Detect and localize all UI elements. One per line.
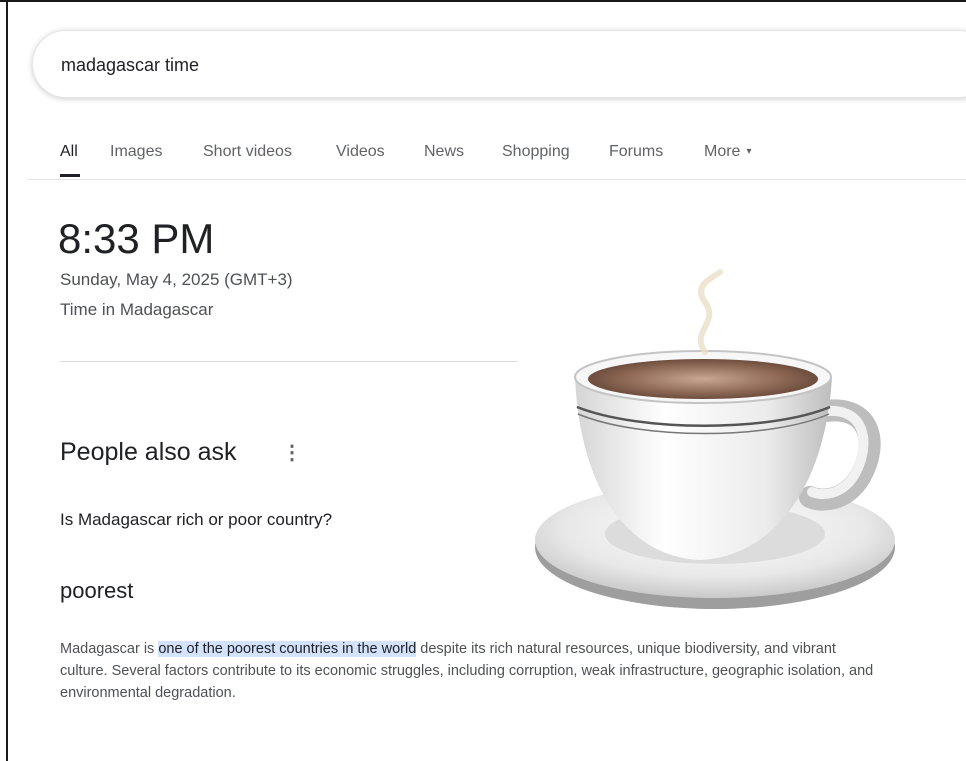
paa-answer: poorest bbox=[60, 578, 134, 603]
tab-images[interactable]: Images bbox=[110, 143, 162, 161]
active-tab-indicator bbox=[60, 174, 80, 177]
tab-forums[interactable]: Forums bbox=[609, 143, 663, 161]
search-box[interactable] bbox=[32, 30, 966, 98]
search-input[interactable] bbox=[61, 51, 661, 79]
frame-top-border bbox=[0, 0, 966, 2]
frame-left-border bbox=[6, 0, 8, 761]
tab-news[interactable]: News bbox=[424, 143, 464, 161]
coffee-cup-icon bbox=[535, 269, 895, 609]
paa-snippet: Madagascar is one of the poorest countri… bbox=[60, 638, 880, 704]
more-vertical-icon[interactable]: ⋮ bbox=[282, 440, 302, 465]
tab-shopping[interactable]: Shopping bbox=[502, 143, 570, 161]
people-also-ask-title: People also ask bbox=[60, 438, 237, 466]
tab-all[interactable]: All bbox=[60, 143, 78, 161]
paa-question[interactable]: Is Madagascar rich or poor country? bbox=[60, 510, 332, 530]
tabs-divider bbox=[28, 179, 966, 180]
clock-date: Sunday, May 4, 2025 (GMT+3) bbox=[60, 270, 293, 289]
tab-videos[interactable]: Videos bbox=[336, 143, 385, 161]
tab-more-label: More bbox=[704, 143, 741, 160]
clock-place: Time in Madagascar bbox=[60, 300, 214, 319]
tab-more[interactable]: More ▾ bbox=[704, 143, 751, 161]
snippet-highlight: one of the poorest countries in the worl… bbox=[158, 641, 417, 657]
clock-time: 8:33 PM bbox=[58, 215, 215, 262]
chevron-down-icon: ▾ bbox=[746, 146, 752, 157]
snippet-text-before: Madagascar is bbox=[60, 641, 159, 657]
clock-divider bbox=[60, 361, 518, 362]
tab-short-videos[interactable]: Short videos bbox=[203, 143, 292, 161]
